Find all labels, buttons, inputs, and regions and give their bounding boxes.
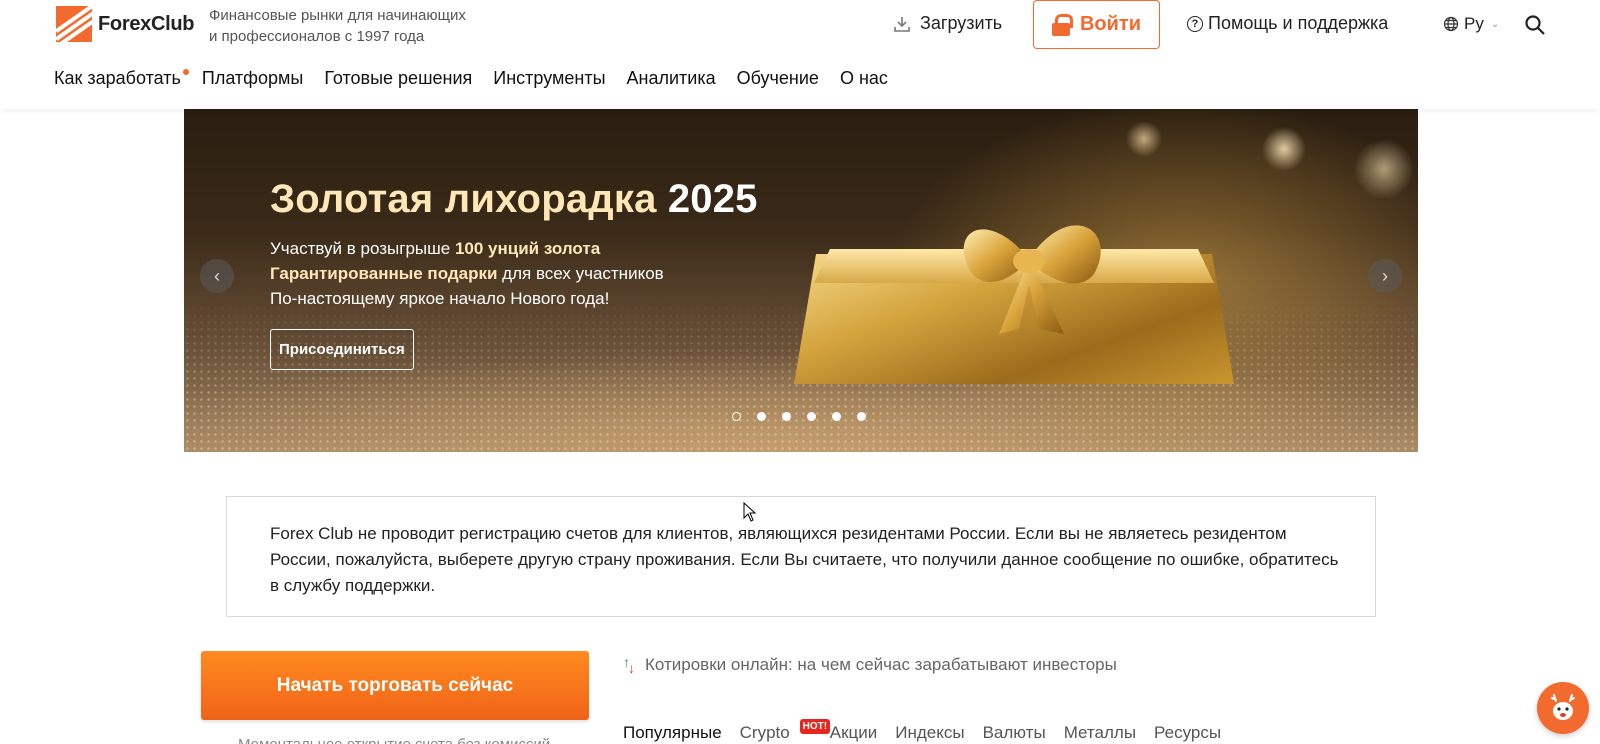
carousel-dot[interactable] [857,412,866,421]
nav-item-label: Как заработать [54,68,181,88]
banner-line-2-suffix: для всех участников [497,264,664,283]
tagline: Финансовые рынки для начинающих и профес… [209,5,499,47]
banner-lines: Участвуй в розыгрыше 100 унций золота Га… [270,236,758,311]
nav-item-tools[interactable]: Инструменты [493,68,605,89]
logo-mark-icon [56,6,92,42]
tab-stocks[interactable]: Акции [830,723,878,743]
banner-title-main: Золотая лихорадка [270,177,668,221]
nav-item-ready-solutions[interactable]: Готовые решения [324,68,472,89]
lock-icon [1051,13,1073,36]
banner-line-3: По-настоящему яркое начало Нового года! [270,289,610,308]
quotes-tabs: Популярные Crypto HOT! Акции Индексы Вал… [623,719,1239,743]
tab-crypto-label: Crypto [739,723,790,742]
banner-line-2: Гарантированные подарки для всех участни… [270,261,758,286]
hot-badge: HOT! [799,719,831,734]
login-button[interactable]: Войти [1033,0,1160,49]
carousel-dots [732,412,866,421]
tab-popular[interactable]: Популярные [623,723,722,743]
join-button[interactable]: Присоединиться [270,329,414,370]
tab-resources[interactable]: Ресурсы [1154,723,1221,743]
carousel-dot[interactable] [757,412,766,421]
chevron-left-icon: ‹ [214,265,220,286]
carousel-dot[interactable] [807,412,816,421]
notification-dot [182,69,189,75]
forexclub-logo[interactable]: ForexClub [56,6,195,42]
quotes-heading: ↑ ↓ Котировки онлайн: на чем сейчас зараб… [623,655,1117,675]
language-selector[interactable]: Ру ⌄ [1443,14,1499,34]
banner-prev-button[interactable]: ‹ [200,259,234,293]
tagline-line-2: и профессионалов с 1997 года [209,28,425,45]
language-label: Ру [1464,14,1484,33]
banner-next-button[interactable]: › [1368,259,1402,293]
quotes-heading-text: Котировки онлайн: на чем сейчас зарабаты… [645,655,1117,674]
question-circle-icon: ? [1187,15,1203,32]
mouse-cursor-icon [743,502,757,522]
tagline-line-1: Финансовые рынки для начинающих [209,7,466,24]
chevron-right-icon: › [1382,265,1388,286]
nav-item-platforms[interactable]: Платформы [202,68,303,89]
logo-text: ForexClub [98,12,195,35]
globe-icon [1443,16,1459,32]
login-label: Войти [1079,13,1142,35]
gold-bow-image [963,225,1101,334]
nav-item-about[interactable]: О нас [840,68,888,89]
banner-title: Золотая лихорадка 2025 [270,177,758,222]
banner-content: Золотая лихорадка 2025 Участвуй в розыгр… [270,177,758,370]
tab-currencies[interactable]: Валюты [983,723,1046,743]
download-icon [894,16,910,32]
tab-indices[interactable]: Индексы [895,723,964,743]
start-trading-button[interactable]: Начать торговать сейчас [201,651,589,720]
start-trading-subtext: Моментальное открытие счета без комиссий [238,736,550,744]
carousel-dot[interactable] [832,412,841,421]
help-label: Помощь и поддержка [1208,13,1389,33]
nav-item-how-to-earn[interactable]: Как заработать [54,68,189,89]
help-support-link[interactable]: ? Помощь и поддержка [1187,13,1388,34]
banner-line-1-prefix: Участвуй в розыгрыше [270,239,455,258]
tab-crypto[interactable]: Crypto HOT! [739,719,831,743]
promo-banner[interactable]: ‹ › Золотая лихорадка 2025 Участвуй в ро… [184,109,1418,452]
chat-assistant-button[interactable] [1537,682,1589,734]
carousel-dot[interactable] [782,412,791,421]
search-icon[interactable] [1524,14,1546,36]
nav-item-education[interactable]: Обучение [737,68,819,89]
main-nav: Как заработать Платформы Готовые решения… [54,68,909,89]
banner-line-1-bold: 100 унций золота [454,239,601,258]
banner-line-2-bold: Гарантированные подарки [270,264,498,283]
residency-notice: Forex Club не проводит регистрацию счето… [226,496,1376,617]
download-link[interactable]: Загрузить [893,13,1002,34]
banner-title-year: 2025 [667,177,758,221]
up-down-arrows-icon: ↑ ↓ [623,654,635,676]
nav-item-analytics[interactable]: Аналитика [627,68,716,89]
carousel-dot[interactable] [732,412,741,421]
tab-metals[interactable]: Металлы [1064,723,1136,743]
deer-mascot-icon [1551,694,1575,720]
banner-line-1: Участвуй в розыгрыше 100 унций золота [270,236,758,261]
chevron-down-icon: ⌄ [1490,18,1500,30]
download-label: Загрузить [920,13,1003,33]
site-header: ForexClub Финансовые рынки для начинающи… [0,0,1600,109]
